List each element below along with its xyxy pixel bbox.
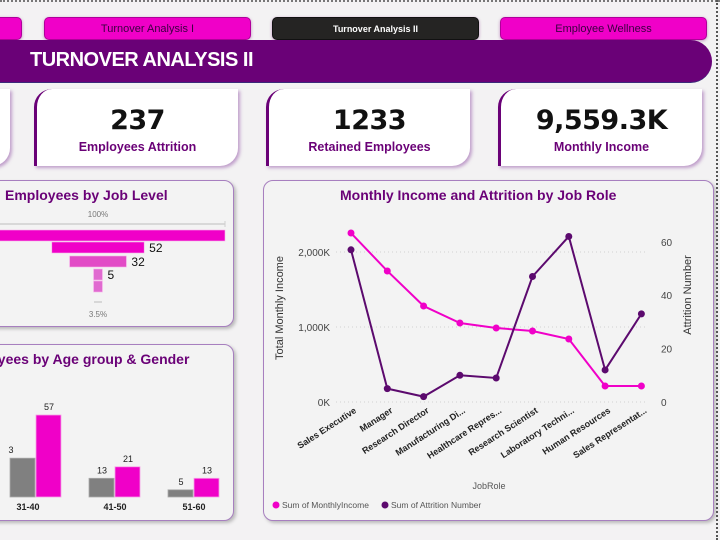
nav-tab-previous[interactable] xyxy=(0,17,22,40)
age-bar-male xyxy=(35,414,62,498)
data-point-attrition xyxy=(456,371,464,379)
kpi-card-partial xyxy=(0,89,10,166)
age-bar-male xyxy=(114,466,141,498)
page-banner: TURNOVER ANALYSIS II xyxy=(0,40,712,83)
legend-marker xyxy=(381,501,389,509)
top-border xyxy=(0,0,720,2)
nav-tab-turnover-analysis-1[interactable]: Turnover Analysis I xyxy=(44,17,251,40)
kpi-label: Monthly Income xyxy=(553,140,650,154)
legend-label: Sum of MonthlyIncome xyxy=(282,500,369,510)
kpi-label: Employees Attrition xyxy=(78,140,197,154)
panel-income-attrition: Monthly Income and Attrition by Job Role… xyxy=(263,180,714,521)
age-bar-data-label: 3 xyxy=(8,445,13,455)
legend-label: Sum of Attrition Number xyxy=(391,500,481,510)
legend-marker xyxy=(272,501,280,509)
income-attrition-chart: 0K 1,000K 2,000K 0 20 40 60 Total Monthly Incom… xyxy=(272,229,694,510)
data-point-monthly-income xyxy=(456,319,464,327)
y2-axis-tick-label: 0 xyxy=(661,398,667,409)
data-point-attrition xyxy=(383,385,391,393)
y2-axis-title: Attrition Number xyxy=(682,255,694,335)
y-axis-tick-label: 2,000K xyxy=(298,248,330,259)
y-axis-tick-label: 1,000K xyxy=(298,323,330,334)
age-bar-data-label: 13 xyxy=(97,465,107,475)
data-point-attrition xyxy=(347,246,355,254)
funnel-data-label: 5 xyxy=(107,268,114,282)
age-bar-male xyxy=(193,477,220,498)
funnel-bar xyxy=(93,268,103,281)
funnel-bar xyxy=(69,255,127,268)
y2-axis-tick-label: 20 xyxy=(661,345,673,356)
kpi-label: Retained Employees xyxy=(308,140,431,154)
kpi-value: 1233 xyxy=(332,105,407,136)
age-category-label: 31-40 xyxy=(16,502,39,512)
line-series-attrition xyxy=(350,234,643,398)
panel-age-gender: Employees by Age group & Gender 35731-40… xyxy=(0,344,234,521)
data-point-attrition xyxy=(492,374,500,382)
data-point-attrition xyxy=(637,310,645,318)
data-point-monthly-income xyxy=(492,324,500,332)
funnel-bar xyxy=(93,280,103,293)
age-bar-data-label: 13 xyxy=(202,465,212,475)
funnel-data-label: 52 xyxy=(149,241,163,255)
kpi-card-attrition: 237 Employees Attrition xyxy=(34,89,238,166)
right-scroll-edge xyxy=(715,0,718,540)
data-point-monthly-income xyxy=(601,382,609,390)
kpi-card-retained: 1233 Retained Employees xyxy=(266,89,470,166)
age-bar-female xyxy=(88,477,115,498)
age-gender-chart: 3 57 31-40 13 21 41-50 5 13 51-60 xyxy=(8,402,220,512)
nav-tab-employee-wellness[interactable]: Employee Wellness xyxy=(500,17,707,40)
funnel-bar xyxy=(51,241,145,254)
age-category-label: 41-50 xyxy=(103,502,126,512)
dashboard-canvas: Turnover Analysis I Turnover Analysis II… xyxy=(0,0,720,540)
age-bar-data-label: 57 xyxy=(44,402,54,412)
kpi-value: 237 xyxy=(110,105,165,136)
age-category-label: 51-60 xyxy=(182,502,205,512)
panel-job-level: Employees by Job Level 100% 52 32 5 3.5% xyxy=(0,180,234,327)
y-axis-title: Total Monthly Income xyxy=(274,256,286,360)
funnel-bar xyxy=(0,229,226,242)
funnel-bottom-percent: 3.5% xyxy=(89,310,107,319)
page-title: TURNOVER ANALYSIS II xyxy=(30,49,254,71)
age-bar-data-label: 5 xyxy=(178,477,183,487)
x-axis-category-label: Sales Executive xyxy=(296,405,359,450)
data-point-monthly-income xyxy=(529,327,536,335)
data-point-monthly-income xyxy=(420,302,428,310)
nav-tab-turnover-analysis-2[interactable]: Turnover Analysis II xyxy=(272,17,479,40)
data-point-attrition xyxy=(601,366,609,374)
funnel-chart: 100% 52 32 5 3.5% xyxy=(0,210,226,319)
age-bar-data-label: 21 xyxy=(123,454,133,464)
kpi-value: 9,559.3K xyxy=(535,105,668,136)
data-point-monthly-income xyxy=(565,335,573,343)
kpi-card-monthly-income: 9,559.3K Monthly Income xyxy=(498,89,702,166)
y2-axis-tick-label: 60 xyxy=(661,238,673,249)
y-axis-tick-label: 0K xyxy=(318,398,331,409)
y2-axis-tick-label: 40 xyxy=(661,291,673,302)
data-point-monthly-income xyxy=(383,267,391,275)
data-point-monthly-income xyxy=(347,229,355,237)
data-point-attrition xyxy=(565,232,573,240)
funnel-data-label: 32 xyxy=(131,255,145,269)
data-point-attrition xyxy=(420,393,428,401)
data-point-monthly-income xyxy=(637,382,645,390)
funnel-top-percent: 100% xyxy=(88,210,108,219)
age-bar-female xyxy=(167,489,194,498)
data-point-attrition xyxy=(529,273,536,281)
x-axis-title: JobRole xyxy=(472,481,505,491)
line-series-monthly-income xyxy=(350,232,642,388)
age-bar-female xyxy=(9,457,36,498)
